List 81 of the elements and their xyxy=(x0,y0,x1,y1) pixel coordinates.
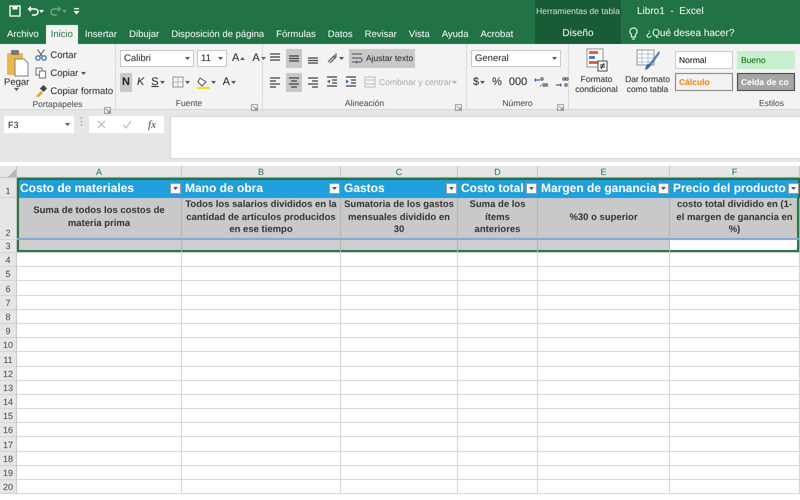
row-header[interactable]: 6 xyxy=(0,281,17,296)
currency-button[interactable]: $ xyxy=(471,72,488,92)
row-header[interactable]: 18 xyxy=(0,452,17,466)
row-header[interactable]: 17 xyxy=(0,437,17,452)
table-cell: costo total dividido en (1- el margen de ganancia en %) xyxy=(670,198,800,240)
cell-style[interactable]: Bueno xyxy=(737,51,795,69)
group-label: Estilos xyxy=(758,98,784,108)
cell-style[interactable]: Normal xyxy=(675,51,733,69)
ribbon-tab[interactable]: Insertar xyxy=(80,25,122,44)
ribbon-tab[interactable]: Acrobat xyxy=(476,25,518,44)
group-label: Número xyxy=(502,98,533,108)
table-cell: Suma de todos los costos de materia prima xyxy=(17,198,182,240)
ribbon-tab[interactable]: Datos xyxy=(322,25,358,44)
row-header[interactable]: 9 xyxy=(0,324,17,338)
group-label: Portapapeles xyxy=(32,99,83,109)
column-header[interactable]: B xyxy=(182,166,341,178)
ribbon-tab[interactable]: Archivo xyxy=(2,25,44,44)
row-header[interactable]: 16 xyxy=(0,423,17,438)
group-label: Alineación xyxy=(344,98,384,108)
paste-button[interactable]: Pegar xyxy=(4,47,30,99)
table-header: Mano de obra xyxy=(185,181,264,195)
tell-me-field[interactable]: ¿Qué desea hacer? xyxy=(621,22,800,44)
row-header[interactable]: 7 xyxy=(0,296,17,310)
row-header[interactable]: 15 xyxy=(0,409,17,424)
table-cell: Suma de los ítems anteriores xyxy=(458,198,538,240)
context-group-label: Herramientas de tabla xyxy=(536,6,620,16)
table-header: Costo total xyxy=(461,181,524,195)
ribbon-tab[interactable]: Fórmulas xyxy=(271,25,321,44)
ribbon-tab[interactable]: Inicio xyxy=(46,25,78,44)
ribbon-tab[interactable]: Diseño xyxy=(535,22,621,44)
row-header[interactable]: 10 xyxy=(0,338,17,352)
font-size-field[interactable]: 11 xyxy=(197,50,227,66)
conditional-format-button[interactable]: Formato condicional xyxy=(573,47,620,96)
font-name-field[interactable]: Calibri xyxy=(120,50,194,66)
row-header[interactable]: 14 xyxy=(0,394,17,410)
column-header[interactable]: A xyxy=(17,166,182,178)
ribbon-tab[interactable]: Dibujar xyxy=(124,25,164,44)
row-header[interactable]: 12 xyxy=(0,366,17,381)
ribbon-tab[interactable]: Disposición de página xyxy=(166,25,270,44)
column-header[interactable]: F xyxy=(670,166,800,178)
row-header[interactable]: 11 xyxy=(0,352,17,366)
painter-button[interactable]: Copiar formato xyxy=(33,83,116,99)
row-header[interactable]: 19 xyxy=(0,466,17,480)
thousands-button[interactable]: 000 xyxy=(506,72,530,92)
table-header: Margen de ganancia xyxy=(541,181,656,195)
copy-button[interactable]: Copiar xyxy=(33,65,116,81)
name-box[interactable]: F3 xyxy=(4,116,74,133)
column-header[interactable]: C xyxy=(341,166,458,178)
row-header[interactable]: 3 xyxy=(0,240,17,253)
percent-button[interactable]: % xyxy=(490,72,504,92)
row-header[interactable]: 8 xyxy=(0,310,17,324)
window-title: Libro1 - Excel xyxy=(636,4,705,18)
ribbon-tab[interactable]: Revisar xyxy=(360,25,402,44)
row-header[interactable]: 20 xyxy=(0,480,17,494)
column-header[interactable]: D xyxy=(458,166,538,178)
row-header[interactable]: 2 xyxy=(0,198,17,240)
underline-button[interactable]: S xyxy=(149,72,167,92)
shrink-font-button[interactable]: A xyxy=(250,48,268,68)
table-cell: Todos los salarios divididos en la cantidad de articulos producidos en ese tiempo xyxy=(182,198,341,240)
ribbon-tab[interactable]: Ayuda xyxy=(436,25,474,44)
insert-function-button[interactable]: fx xyxy=(148,118,156,130)
row-header[interactable]: 1 xyxy=(0,178,17,198)
wrap-text-button[interactable]: Ajustar texto xyxy=(349,48,416,68)
number-format-field[interactable]: General xyxy=(471,50,561,66)
grow-font-button[interactable]: A xyxy=(230,48,248,68)
font-color-button[interactable]: A xyxy=(220,72,238,92)
row-header[interactable]: 5 xyxy=(0,267,17,282)
table-cell: Sumatoria de los gastos mensuales dividido en 30 xyxy=(341,198,458,240)
group-label: Fuente xyxy=(176,98,202,108)
table-header: Costo de materiales xyxy=(20,181,134,195)
italic-button[interactable]: K xyxy=(134,72,146,92)
row-header[interactable]: 4 xyxy=(0,253,17,268)
table-header: Precio del producto xyxy=(673,181,786,195)
cut-button[interactable]: Cortar xyxy=(33,47,116,63)
format-as-table-button[interactable]: Dar formato como tabla xyxy=(624,47,671,96)
bold-button[interactable]: N xyxy=(120,72,132,92)
table-cell: %30 o superior xyxy=(538,198,670,240)
column-header[interactable]: E xyxy=(538,166,670,178)
ribbon-tab[interactable]: Vista xyxy=(404,25,435,44)
table-header: Gastos xyxy=(344,181,385,195)
row-header[interactable]: 13 xyxy=(0,380,17,395)
